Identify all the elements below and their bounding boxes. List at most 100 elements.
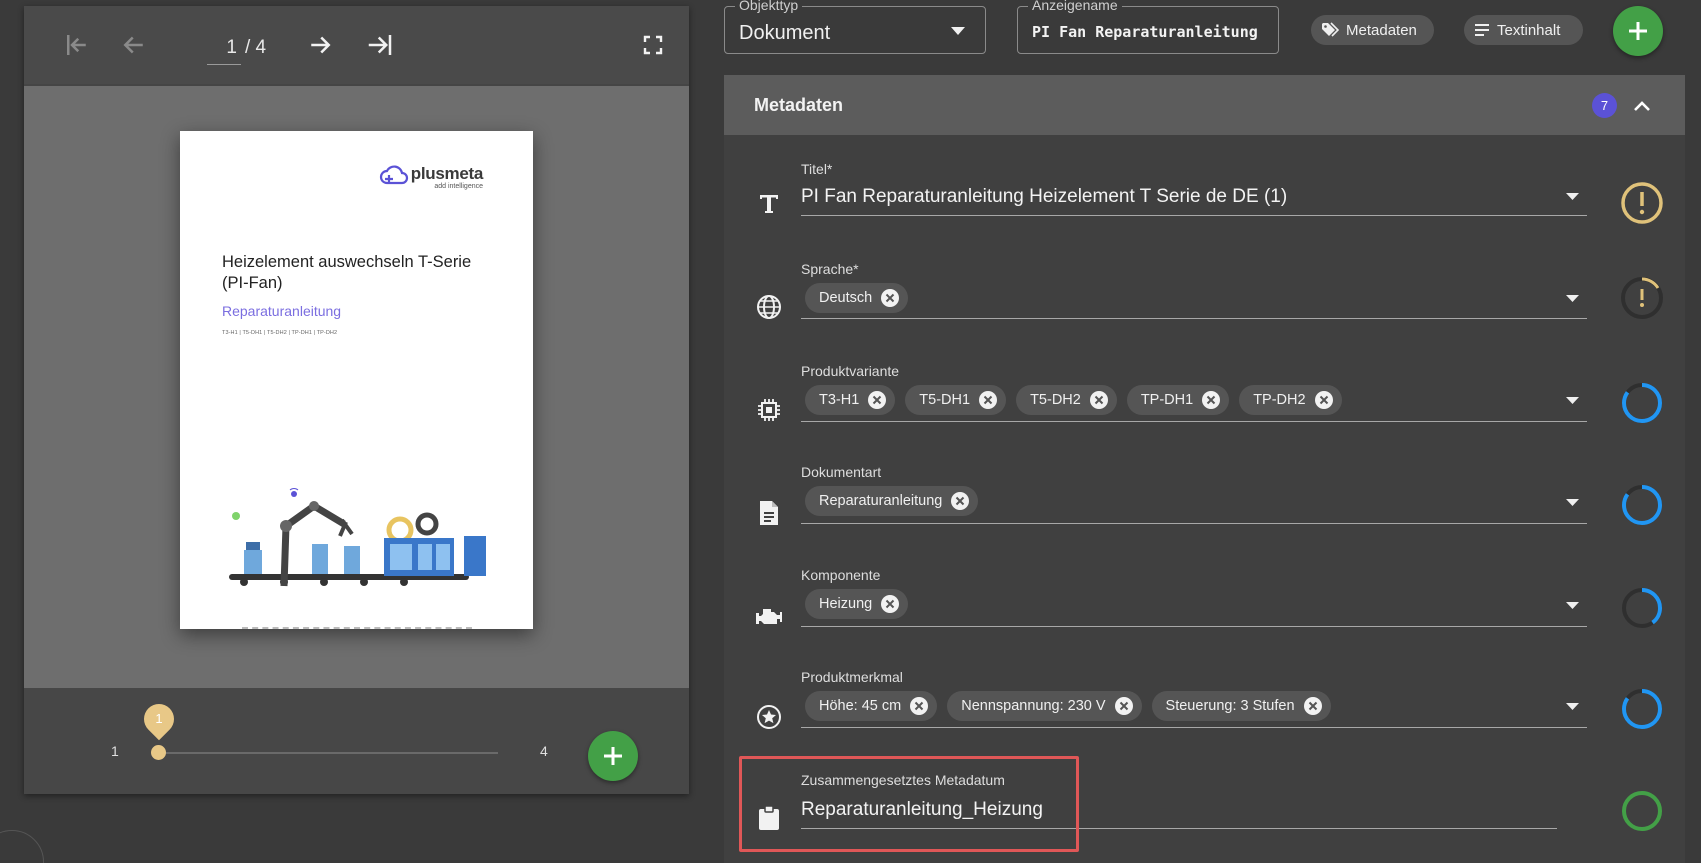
produktmerkmal-chips: Höhe: 45 cm Nennspannung: 230 V Steuerung:… xyxy=(805,691,1331,721)
caret-down-icon[interactable] xyxy=(1566,295,1579,302)
warning-status-icon xyxy=(1621,182,1663,224)
anzeigename-field[interactable]: Anzeigename PI Fan Reparaturanleitung xyxy=(1017,0,1279,54)
caret-down-icon[interactable] xyxy=(1566,499,1579,506)
produktvariante-input[interactable]: T3-H1 T5-DH1 T5-DH2 TP-DH1 TP-DH2 xyxy=(801,381,1587,422)
zusammengesetzt-input[interactable]: Reparaturanleitung_Heizung xyxy=(801,790,1557,829)
viewer-toolbar: 1 / 4 xyxy=(24,6,689,84)
chip-remove-button[interactable] xyxy=(1114,696,1134,716)
objekttyp-select[interactable]: Objekttyp Dokument xyxy=(724,0,986,54)
page-slider-bar: 1 1 4 xyxy=(24,688,689,794)
close-circle-icon xyxy=(1114,697,1133,715)
produktmerkmal-label: Produktmerkmal xyxy=(801,669,903,685)
chip[interactable]: TP-DH2 xyxy=(1239,385,1342,415)
chip-label: TP-DH2 xyxy=(1253,392,1306,408)
close-circle-icon xyxy=(979,391,998,409)
metadaten-button[interactable]: Metadaten xyxy=(1311,15,1434,45)
loading-spinner-icon xyxy=(1622,689,1662,729)
text-lines-icon xyxy=(1475,24,1489,36)
caret-down-icon[interactable] xyxy=(1566,193,1579,200)
previous-page-button[interactable] xyxy=(115,26,153,64)
first-page-button[interactable] xyxy=(58,26,96,64)
fullscreen-button[interactable] xyxy=(634,26,672,64)
chip[interactable]: Deutsch xyxy=(805,283,909,313)
chip-label: T3-H1 xyxy=(819,392,860,408)
collapse-button[interactable] xyxy=(1629,93,1655,119)
textinhalt-button[interactable]: Textinhalt xyxy=(1464,15,1583,45)
titel-input[interactable]: PI Fan Reparaturanleitung Heizelement T … xyxy=(801,179,1587,216)
metadata-panel-header[interactable]: Metadaten 7 xyxy=(724,75,1685,135)
sprache-label: Sprache* xyxy=(801,261,859,277)
chip-remove-button[interactable] xyxy=(867,390,887,410)
field-titel: Titel* PI Fan Reparaturanleitung Heizele… xyxy=(724,155,1685,250)
objekttyp-label: Objekttyp xyxy=(735,0,803,13)
anzeigename-label: Anzeigename xyxy=(1028,0,1122,13)
metadata-count-badge: 7 xyxy=(1592,93,1617,118)
field-produktvariante: Produktvariante T3-H1 T5-DH1 T5-DH2 TP-DH1 T… xyxy=(724,359,1685,454)
page-slider-thumb[interactable] xyxy=(151,745,166,760)
chip-remove-button[interactable] xyxy=(1201,390,1221,410)
metadata-panel-title: Metadaten xyxy=(754,95,844,115)
document-page-preview[interactable]: plusmeta add intelligence Heizelement au… xyxy=(180,131,533,629)
chip-label: T5-DH1 xyxy=(919,392,971,408)
done-status-icon xyxy=(1622,791,1662,831)
arrow-right-icon xyxy=(311,36,331,54)
corner-circle xyxy=(0,830,44,863)
chip-remove-button[interactable] xyxy=(909,696,929,716)
add-object-button[interactable] xyxy=(1613,6,1663,56)
komponente-chips: Heizung xyxy=(805,589,909,619)
sprache-input[interactable]: Deutsch xyxy=(801,279,1587,319)
chip-remove-button[interactable] xyxy=(1089,390,1109,410)
titel-label: Titel* xyxy=(801,161,833,177)
loading-spinner-icon xyxy=(1622,383,1662,423)
loading-spinner-icon xyxy=(1622,485,1662,525)
close-circle-icon xyxy=(1089,391,1108,409)
chip-remove-button[interactable] xyxy=(1303,696,1323,716)
chip[interactable]: T3-H1 xyxy=(805,385,896,415)
close-circle-icon xyxy=(951,492,970,510)
chip-remove-button[interactable] xyxy=(880,594,900,614)
page-slider-track[interactable] xyxy=(158,752,498,754)
caret-down-icon[interactable] xyxy=(1566,602,1579,609)
text-t-icon xyxy=(754,188,784,218)
clipboard-icon xyxy=(754,803,784,833)
chip[interactable]: TP-DH1 xyxy=(1126,385,1230,415)
caret-down-icon[interactable] xyxy=(1566,703,1579,710)
zusammengesetzt-value: Reparaturanleitung_Heizung xyxy=(801,799,1043,820)
caret-down-icon[interactable] xyxy=(1566,397,1579,404)
page-number-input[interactable]: 1 xyxy=(207,31,241,65)
chip[interactable]: T5-DH1 xyxy=(905,385,1007,415)
add-page-button[interactable] xyxy=(588,731,638,781)
chip[interactable]: T5-DH2 xyxy=(1016,385,1117,415)
komponente-input[interactable]: Heizung xyxy=(801,585,1587,627)
document-variant-codes: T3-H1 | T5-DH1 | T5-DH2 | TP-DH1 | TP-DH… xyxy=(222,330,338,336)
produktvariante-chips: T3-H1 T5-DH1 T5-DH2 TP-DH1 TP-DH2 xyxy=(805,385,1342,415)
field-produktmerkmal: Produktmerkmal Höhe: 45 cm Nennspannung: … xyxy=(724,666,1685,761)
page-indicator: 1 / 4 xyxy=(207,31,266,65)
chip-remove-button[interactable] xyxy=(950,491,970,511)
chip[interactable]: Nennspannung: 230 V xyxy=(947,691,1142,721)
chip[interactable]: Reparaturanleitung xyxy=(805,486,979,516)
chip-label: Höhe: 45 cm xyxy=(819,698,902,714)
next-page-button[interactable] xyxy=(301,26,339,64)
produktmerkmal-input[interactable]: Höhe: 45 cm Nennspannung: 230 V Steuerung:… xyxy=(801,687,1587,728)
fullscreen-icon xyxy=(643,35,663,55)
chip-remove-button[interactable] xyxy=(880,288,900,308)
document-viewer: 1 / 4 plusmeta add intelligence Heizelem… xyxy=(24,6,689,794)
chip-remove-button[interactable] xyxy=(1314,390,1334,410)
close-circle-icon xyxy=(910,697,929,715)
textinhalt-button-label: Textinhalt xyxy=(1497,21,1561,39)
page-total: / 4 xyxy=(245,37,267,58)
chip-label: T5-DH2 xyxy=(1030,392,1081,408)
chip-label: Nennspannung: 230 V xyxy=(961,698,1106,714)
dokumentart-label: Dokumentart xyxy=(801,464,882,480)
star-circle-icon xyxy=(754,702,784,732)
chip[interactable]: Heizung xyxy=(805,589,909,619)
chip[interactable]: Steuerung: 3 Stufen xyxy=(1151,691,1331,721)
close-circle-icon xyxy=(881,289,900,307)
slider-min-label: 1 xyxy=(111,743,119,759)
chip-remove-button[interactable] xyxy=(978,390,998,410)
plusmeta-logo: plusmeta add intelligence xyxy=(379,165,483,190)
dokumentart-input[interactable]: Reparaturanleitung xyxy=(801,482,1587,524)
chip[interactable]: Höhe: 45 cm xyxy=(805,691,938,721)
last-page-button[interactable] xyxy=(361,26,399,64)
